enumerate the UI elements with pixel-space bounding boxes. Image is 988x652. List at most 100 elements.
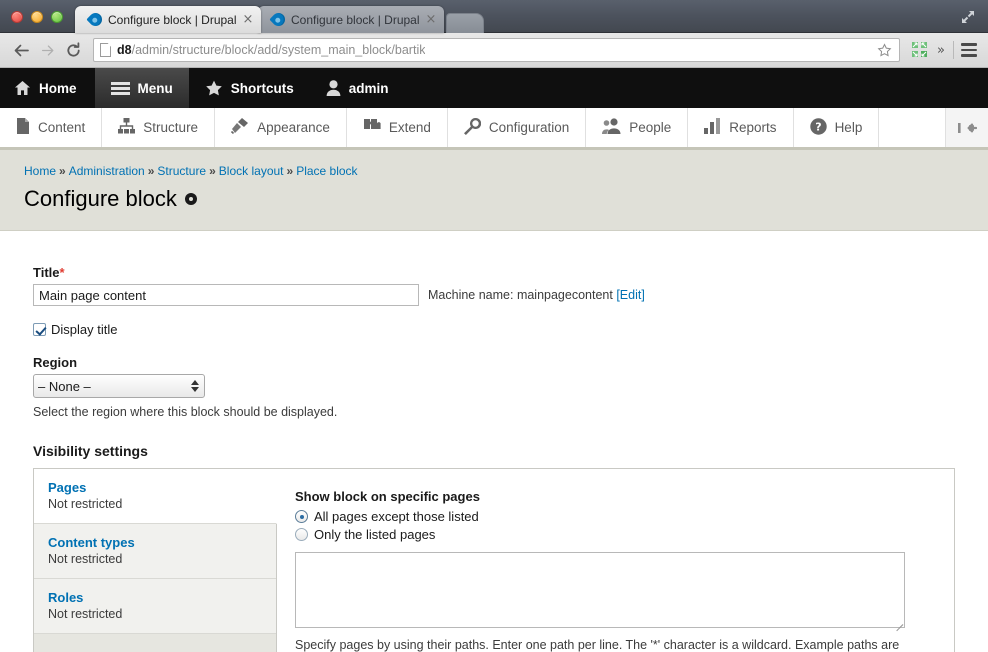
vertical-tab-summary: Not restricted: [48, 607, 123, 621]
admin-menu-help[interactable]: ? Help: [793, 108, 880, 147]
question-circle-icon: ?: [809, 117, 827, 138]
tab-strip: Configure block | Drupal × Configure blo…: [75, 6, 484, 33]
display-title-label: Display title: [51, 322, 118, 337]
window-controls: [11, 11, 63, 23]
breadcrumb-item-home[interactable]: Home: [24, 164, 56, 178]
extension-icon[interactable]: [910, 40, 930, 60]
admin-menu-label: Structure: [143, 120, 199, 135]
back-button[interactable]: [8, 37, 34, 63]
toolbar-label: Home: [39, 80, 77, 96]
radio-row-only-listed[interactable]: Only the listed pages: [295, 527, 936, 542]
toolbar-label: Shortcuts: [230, 80, 294, 96]
pages-textarea[interactable]: [295, 552, 905, 628]
address-bar[interactable]: d8/admin/structure/block/add/system_main…: [93, 38, 901, 62]
browser-window: Configure block | Drupal × Configure blo…: [0, 0, 988, 652]
page-title: Configure block: [24, 186, 988, 212]
browser-tab-2[interactable]: Configure block | Drupal ×: [258, 6, 444, 33]
admin-menu-structure[interactable]: Structure: [102, 108, 216, 147]
drupal-admin-toolbar: Home Menu Shortcuts admin: [0, 68, 988, 108]
radio-label: Only the listed pages: [314, 527, 436, 542]
vertical-tab-content-types[interactable]: Content types Not restricted: [34, 524, 276, 579]
maximize-window-button[interactable]: [51, 11, 63, 23]
admin-menu-appearance[interactable]: Appearance: [215, 108, 347, 147]
title-label-text: Title: [33, 265, 60, 280]
forward-button[interactable]: [34, 37, 60, 63]
toolbar-item-home[interactable]: Home: [0, 68, 95, 108]
drupal-admin-menu: Content Structure Appearance Extend Conf…: [0, 108, 988, 150]
toolbar-item-shortcuts[interactable]: Shortcuts: [189, 68, 310, 108]
home-icon: [14, 80, 31, 96]
radio-label: All pages except those listed: [314, 509, 479, 524]
vertical-tab-roles[interactable]: Roles Not restricted: [34, 579, 276, 634]
drupal-drop-icon: [86, 10, 105, 29]
browser-menu-icon[interactable]: [958, 40, 980, 60]
hamburger-icon: [110, 81, 130, 96]
new-tab-button[interactable]: [446, 13, 484, 33]
url-path: /admin/structure/block/add/system_main_b…: [131, 43, 426, 57]
radio-all-pages-except[interactable]: [295, 510, 308, 523]
region-description: Select the region where this block shoul…: [33, 405, 338, 419]
admin-menu-label: People: [629, 120, 672, 135]
browser-titlebar: Configure block | Drupal × Configure blo…: [0, 0, 988, 33]
machine-name-value: mainpagecontent: [516, 288, 613, 302]
vertical-tab-pages[interactable]: Pages Not restricted: [34, 469, 277, 524]
display-title-checkbox[interactable]: [33, 323, 46, 336]
reload-button[interactable]: [60, 37, 86, 63]
overflow-chevron-icon[interactable]: »: [933, 43, 949, 58]
breadcrumb-separator: »: [286, 164, 294, 178]
user-icon: [326, 80, 341, 96]
svg-text:?: ?: [815, 120, 821, 133]
admin-menu-reports[interactable]: Reports: [688, 108, 794, 147]
vertical-tab-title: Roles: [48, 590, 84, 605]
close-window-button[interactable]: [11, 11, 23, 23]
vertical-tab-title: Content types: [48, 535, 135, 550]
radio-row-all-pages[interactable]: All pages except those listed: [295, 509, 936, 524]
title-field-row: Machine name: mainpagecontent [Edit]: [33, 284, 988, 306]
breadcrumb-separator: »: [209, 164, 216, 178]
close-icon[interactable]: ×: [424, 13, 438, 27]
machine-name-edit-link[interactable]: [Edit]: [616, 288, 645, 302]
machine-name-display: Machine name: mainpagecontent [Edit]: [428, 288, 645, 302]
tab-title: Configure block | Drupal: [108, 12, 237, 27]
admin-menu-label: Content: [38, 120, 86, 135]
vertical-tabs-filler: [34, 634, 276, 652]
pages-textarea-wrapper: [295, 552, 905, 628]
admin-menu-spacer: [879, 108, 946, 147]
toolbar-label: admin: [348, 80, 389, 96]
url-text: d8/admin/structure/block/add/system_main…: [117, 43, 425, 57]
region-section: Region – None – Select the region where …: [33, 355, 988, 419]
close-icon[interactable]: ×: [241, 13, 255, 27]
display-title-row[interactable]: Display title: [33, 322, 988, 337]
star-icon: [205, 80, 223, 97]
page-header: Home» Administration» Structure» Block layo…: [0, 150, 988, 231]
tab-title: Configure block | Drupal: [291, 12, 420, 27]
breadcrumb-item-structure[interactable]: Structure: [157, 164, 206, 178]
admin-menu-label: Help: [834, 120, 863, 135]
toolbar-item-menu[interactable]: Menu: [94, 68, 189, 108]
admin-menu-people[interactable]: People: [586, 108, 689, 147]
cog-icon[interactable]: [184, 193, 197, 205]
puzzle-icon: [363, 118, 381, 137]
admin-menu-extend[interactable]: Extend: [346, 108, 448, 147]
visibility-settings-heading: Visibility settings: [33, 443, 148, 459]
url-host: d8: [117, 43, 132, 57]
collapse-left-icon[interactable]: [946, 108, 988, 147]
admin-menu-content[interactable]: Content: [0, 108, 103, 147]
region-select-wrapper: – None –: [33, 374, 205, 398]
region-select[interactable]: – None –: [33, 374, 205, 398]
radio-only-listed-pages[interactable]: [295, 528, 308, 541]
breadcrumb-item-administration[interactable]: Administration: [69, 164, 145, 178]
breadcrumb-item-place-block[interactable]: Place block: [296, 164, 357, 178]
people-icon: [602, 118, 621, 137]
fullscreen-icon[interactable]: [960, 9, 976, 25]
minimize-window-button[interactable]: [31, 11, 43, 23]
breadcrumb-item-block-layout[interactable]: Block layout: [219, 164, 284, 178]
browser-tab-1[interactable]: Configure block | Drupal ×: [75, 6, 261, 33]
vertical-tab-summary: Not restricted: [48, 552, 123, 566]
admin-menu-configuration[interactable]: Configuration: [447, 108, 587, 147]
vertical-tabs-nav: Pages Not restricted Content types Not r…: [34, 469, 277, 652]
title-input[interactable]: [33, 284, 419, 306]
toolbar-divider: [953, 41, 954, 59]
toolbar-item-admin[interactable]: admin: [310, 68, 405, 108]
bookmark-star-icon[interactable]: [877, 43, 892, 58]
